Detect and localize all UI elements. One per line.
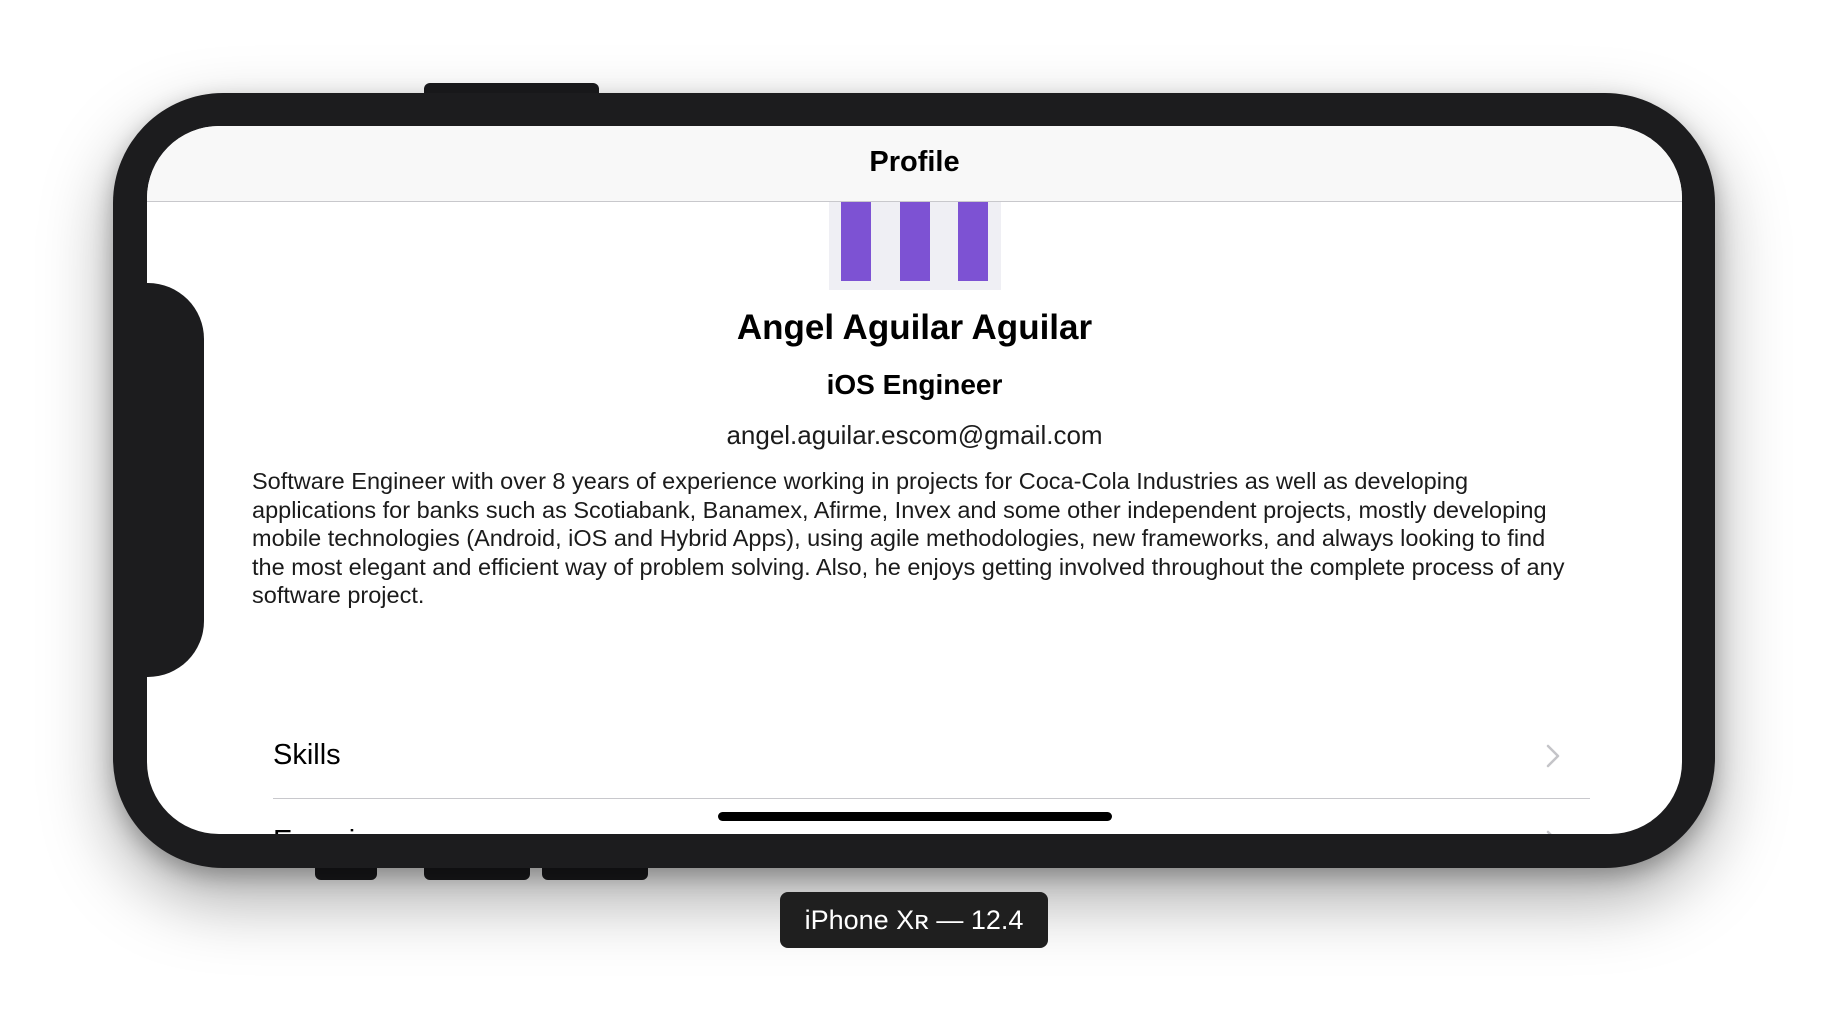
avatar-bar [958,192,988,281]
profile-email: angel.aguilar.escom@gmail.com [726,420,1103,450]
device-notch [147,283,204,677]
menu-item-label: Experience [273,825,418,834]
device-screen: Profile Angel Aguilar Aguilar iOS Engine… [147,126,1682,834]
avatar-bar [900,192,930,281]
profile-bio: Software Engineer with over 8 years of e… [252,468,1565,608]
home-indicator[interactable] [718,812,1112,821]
chevron-right-icon [1546,830,1552,834]
profile-name: Angel Aguilar Aguilar [736,308,1093,347]
simulator-stage: Profile Angel Aguilar Aguilar iOS Engine… [0,0,1828,1034]
chevron-right-icon [1546,744,1560,768]
device-caption: iPhone Xʀ — 12.4 [780,892,1048,948]
profile-avatar-image [829,192,1001,290]
navigation-bar: Profile [147,126,1682,202]
avatar-bar [841,192,871,281]
nav-title: Profile [869,146,960,178]
profile-role: iOS Engineer [826,369,1003,400]
menu-item-skills[interactable]: Skills [273,713,1590,799]
menu-item-label: Skills [273,739,341,771]
